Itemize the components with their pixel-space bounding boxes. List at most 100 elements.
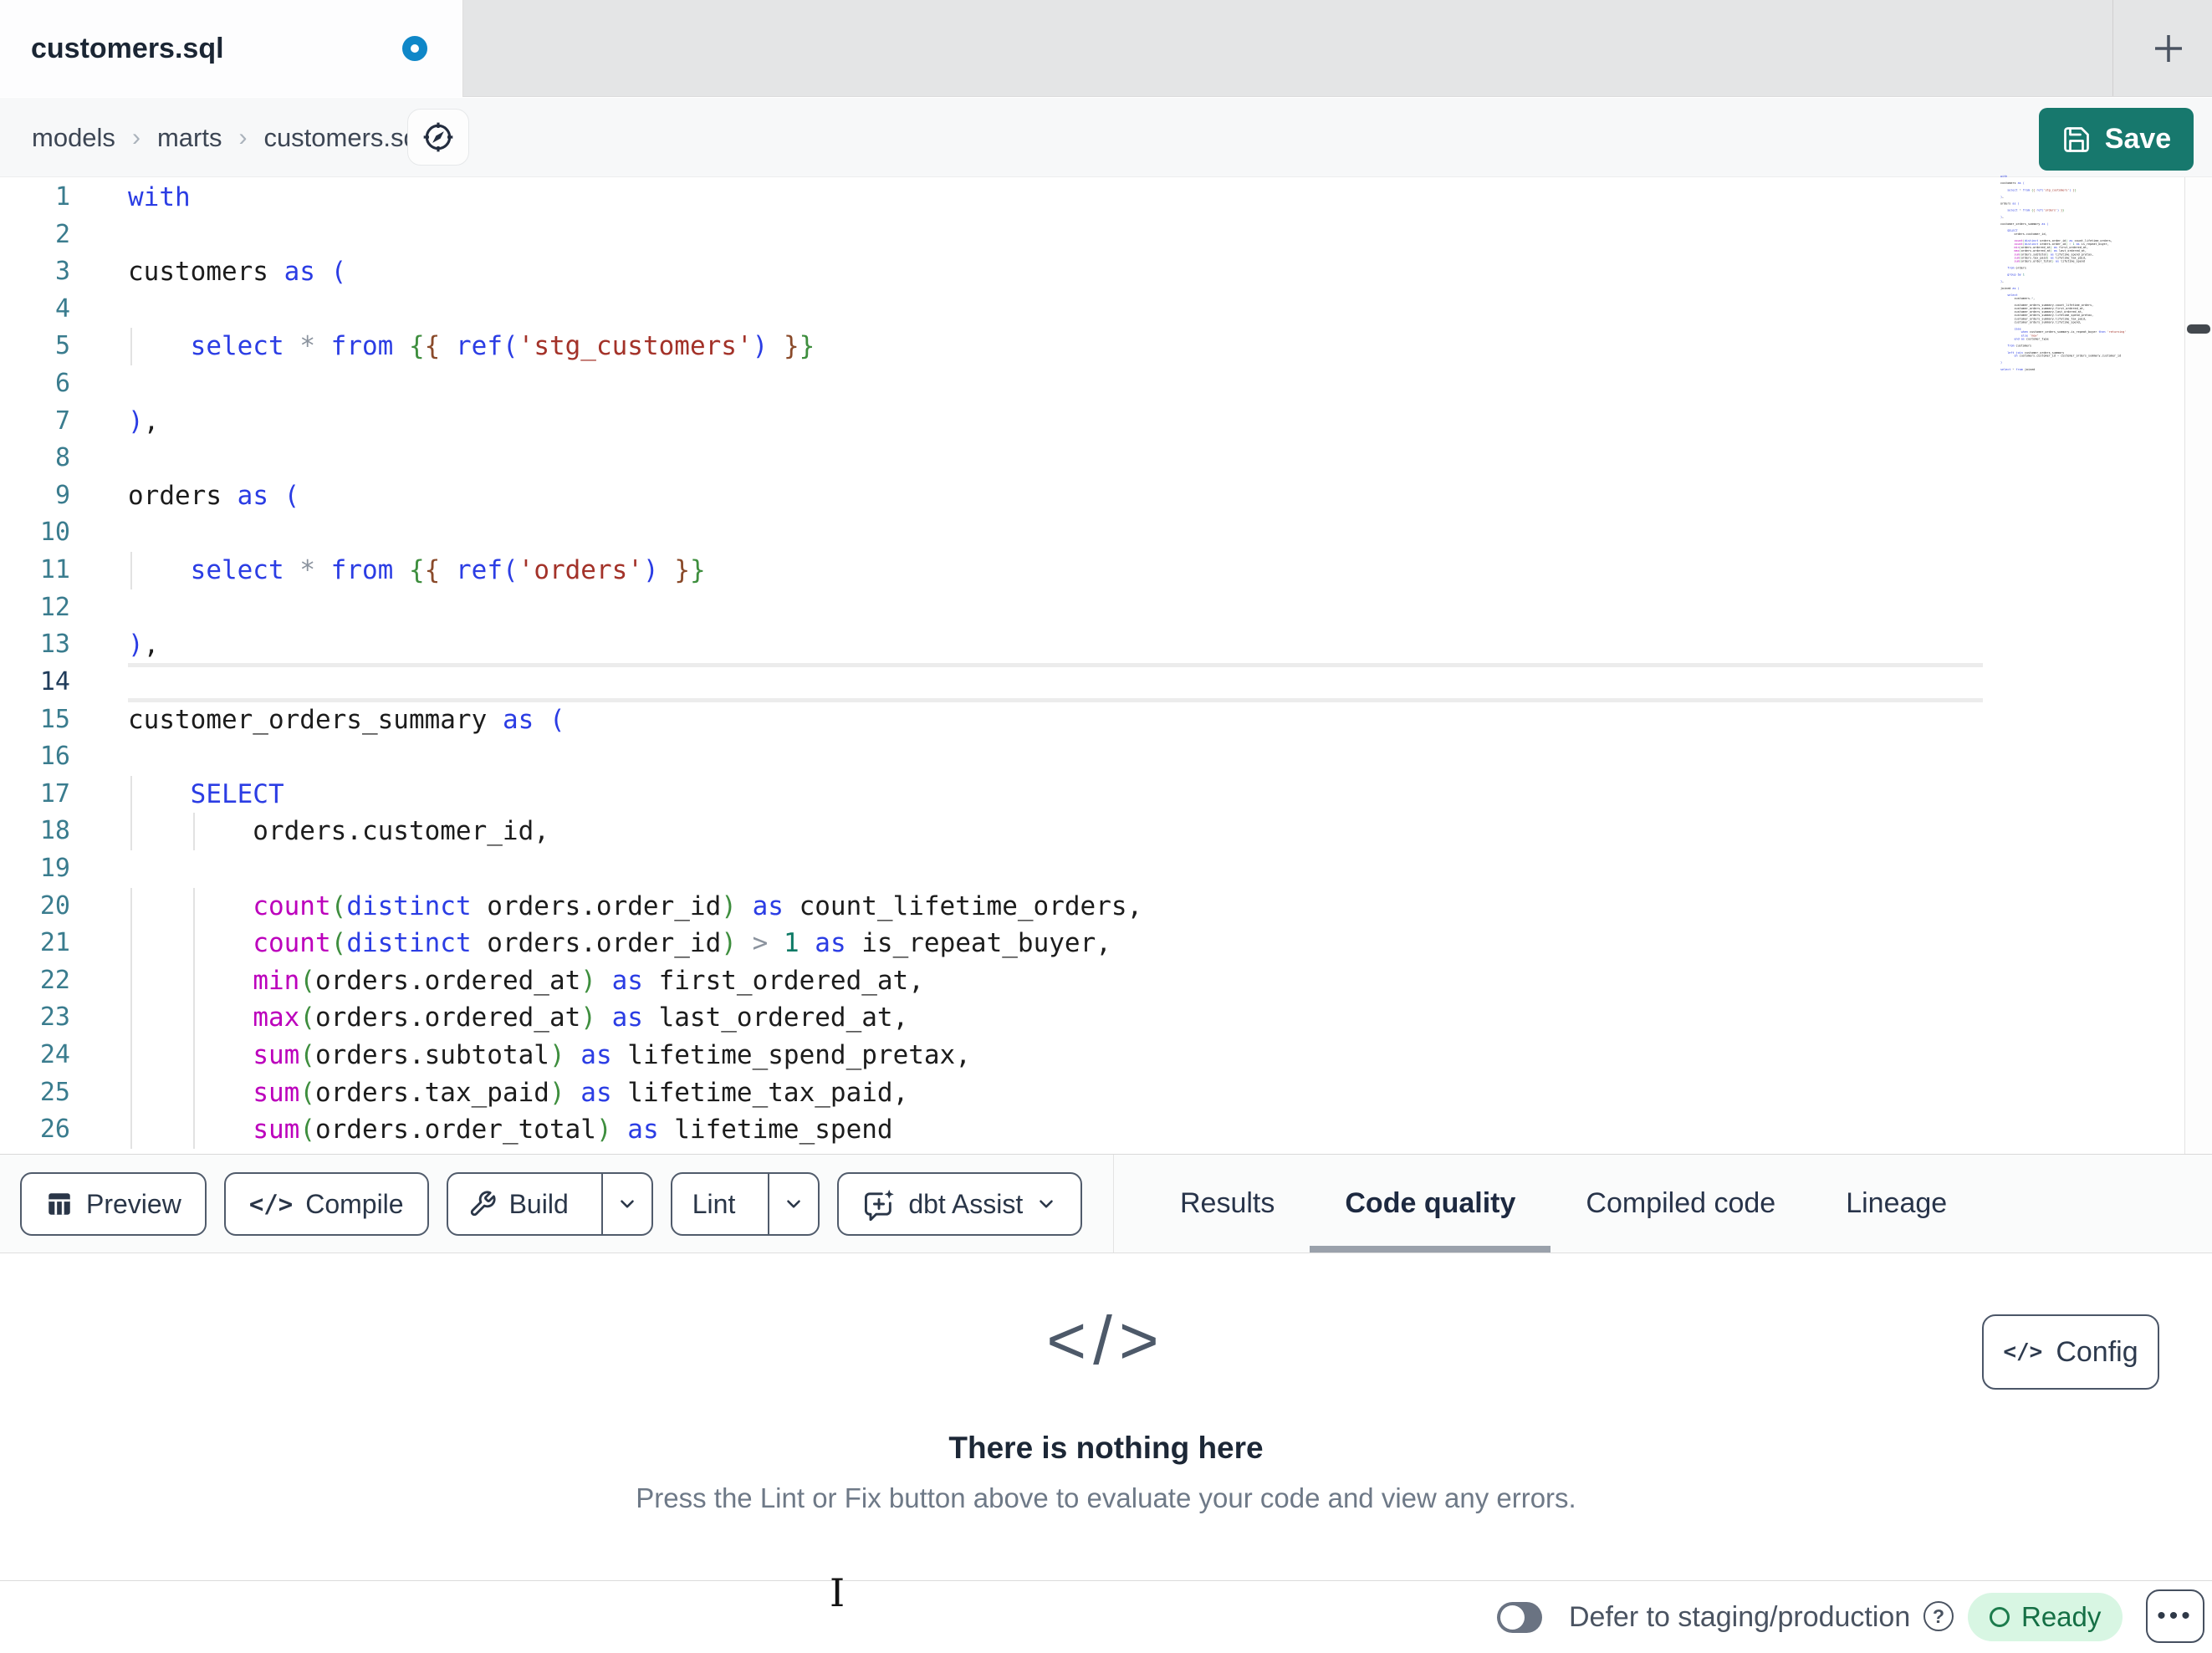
- table-icon: [49, 1193, 70, 1215]
- code-line-21[interactable]: 21 count(distinct orders.order_id) > 1 a…: [0, 925, 2212, 962]
- line-number: 6: [54, 369, 70, 399]
- config-label: Config: [2056, 1335, 2138, 1368]
- code-line-23[interactable]: 23 max(orders.ordered_at) as last_ordere…: [0, 999, 2212, 1038]
- editor-toolbar: Preview </> Compile Build Lint dbt Assis…: [0, 1154, 2212, 1253]
- breadcrumb-marts[interactable]: marts: [157, 123, 222, 153]
- line-number: 17: [39, 778, 70, 809]
- preview-label: Preview: [86, 1188, 181, 1219]
- result-tabs: Results Code quality Compiled code Linea…: [1145, 1155, 1982, 1253]
- tabstrip-divider: [2112, 0, 2113, 96]
- code-line-7[interactable]: 7),: [0, 403, 2212, 441]
- tab-customers-sql[interactable]: customers.sql: [0, 0, 463, 97]
- explore-lineage-button[interactable]: [407, 109, 469, 166]
- breadcrumb: models › marts › customers.sql: [32, 98, 424, 177]
- code-line-24[interactable]: 24 sum(orders.subtotal) as lifetime_spen…: [0, 1037, 2212, 1074]
- line-number: 8: [54, 443, 70, 473]
- code-line-1[interactable]: 1 with: [0, 179, 2212, 217]
- toolbar-buttons: Preview </> Compile Build Lint dbt Assis…: [20, 1172, 1083, 1236]
- code-line-17[interactable]: 17 SELECT: [0, 775, 2212, 814]
- tab-label: customers.sql: [31, 32, 224, 64]
- code-line-12[interactable]: 12: [0, 589, 2212, 627]
- line-number: 26: [39, 1115, 70, 1145]
- lint-button[interactable]: Lint: [670, 1172, 820, 1236]
- editor-scrollbar-thumb[interactable]: [2187, 324, 2210, 334]
- line-number: 21: [39, 928, 70, 958]
- build-main-segment[interactable]: Build: [448, 1174, 589, 1234]
- wrench-icon: [470, 1191, 496, 1217]
- line-number: 14: [39, 666, 70, 696]
- breadcrumb-models[interactable]: models: [32, 123, 115, 153]
- build-button[interactable]: Build: [446, 1172, 653, 1236]
- chevron-down-icon: [1040, 1200, 1054, 1208]
- plus-icon: [2155, 35, 2182, 62]
- new-tab-button[interactable]: [2141, 21, 2196, 76]
- line-number: 22: [39, 965, 70, 995]
- dbt-assist-button[interactable]: dbt Assist: [837, 1172, 1083, 1236]
- line-number: 5: [54, 331, 70, 361]
- code-line-11[interactable]: 11 select * from {{ ref('orders') }}: [0, 552, 2212, 589]
- code-line-15[interactable]: 15 customer_orders_summary as (: [0, 702, 2212, 739]
- code-line-9[interactable]: 9 orders as (: [0, 477, 2212, 515]
- code-line-6[interactable]: 6: [0, 365, 2212, 403]
- help-icon[interactable]: ?: [1923, 1601, 1954, 1631]
- tab-code-quality[interactable]: Code quality: [1310, 1155, 1551, 1253]
- line-number: 1: [54, 182, 70, 212]
- code-line-25[interactable]: 25 sum(orders.tax_paid) as lifetime_tax_…: [0, 1074, 2212, 1112]
- line-number: 2: [54, 219, 70, 249]
- lint-dropdown[interactable]: [768, 1174, 818, 1234]
- save-button[interactable]: Save: [2039, 108, 2194, 171]
- tab-results[interactable]: Results: [1145, 1155, 1310, 1253]
- code-icon: </>: [248, 1190, 294, 1218]
- dbt-ide-window: customers.sql models › marts › customers…: [0, 0, 2212, 1653]
- code-line-19[interactable]: 19: [0, 850, 2212, 888]
- line-number: 15: [39, 704, 70, 734]
- code-line-2[interactable]: 2: [0, 217, 2212, 254]
- toolbar-divider: [1113, 1155, 1114, 1253]
- status-circle-icon: [1990, 1607, 2010, 1627]
- defer-toggle[interactable]: [1497, 1602, 1542, 1633]
- editor-tab-strip: customers.sql: [0, 0, 2212, 97]
- line-number: 13: [39, 630, 70, 660]
- line-number: 9: [54, 480, 70, 510]
- line-number: 25: [39, 1077, 70, 1107]
- breadcrumb-bar: models › marts › customers.sql Save: [0, 98, 2212, 177]
- tab-lineage[interactable]: Lineage: [1811, 1155, 1982, 1253]
- code-line-3[interactable]: 3 customers as (: [0, 253, 2212, 291]
- build-dropdown[interactable]: [600, 1174, 651, 1234]
- code-lines: 1 with 2 3 customers as (4 5 select * from {{…: [0, 179, 2212, 1149]
- line-number: 19: [39, 853, 70, 883]
- line-number: 7: [54, 406, 70, 436]
- code-line-18[interactable]: 18 orders.customer_id,: [0, 813, 2212, 850]
- lint-main-segment[interactable]: Lint: [672, 1174, 756, 1234]
- line-number: 23: [39, 1003, 70, 1033]
- preview-button[interactable]: Preview: [20, 1172, 207, 1236]
- editor-scrollbar[interactable]: [2184, 177, 2212, 1154]
- ellipsis-icon: •••: [2157, 1602, 2194, 1630]
- code-line-26[interactable]: 26 sum(orders.order_total) as lifetime_s…: [0, 1111, 2212, 1149]
- config-button[interactable]: </> Config: [1982, 1314, 2159, 1390]
- code-brackets-icon: </>: [1046, 1303, 1166, 1379]
- code-line-14[interactable]: 14: [0, 662, 2212, 702]
- code-line-5[interactable]: 5 select * from {{ ref('stg_customers') …: [0, 328, 2212, 366]
- code-line-10[interactable]: 10: [0, 514, 2212, 552]
- code-line-13[interactable]: 13),: [0, 626, 2212, 664]
- line-number: 10: [39, 518, 70, 548]
- toggle-knob: [1500, 1605, 1525, 1630]
- code-line-22[interactable]: 22 min(orders.ordered_at) as first_order…: [0, 962, 2212, 1000]
- code-line-8[interactable]: 8: [0, 440, 2212, 477]
- tab-compiled-code[interactable]: Compiled code: [1550, 1155, 1811, 1253]
- breadcrumb-customers-sql[interactable]: customers.sql: [263, 123, 423, 153]
- minimap[interactable]: with customers as ( select * from {{ ref…: [2000, 175, 2183, 377]
- code-line-20[interactable]: 20 count(distinct orders.order_id) as co…: [0, 887, 2212, 926]
- chevron-down-icon: [620, 1200, 634, 1208]
- empty-state-title: There is nothing here: [948, 1431, 1264, 1465]
- code-editor[interactable]: 1 with 2 3 customers as (4 5 select * from {{…: [0, 177, 2212, 1154]
- save-label: Save: [2104, 123, 2172, 155]
- code-quality-panel: </> </> Config There is nothing here Pre…: [0, 1253, 2212, 1580]
- code-line-16[interactable]: 16: [0, 738, 2212, 776]
- dbt-assist-label: dbt Assist: [908, 1188, 1024, 1219]
- compile-button[interactable]: </> Compile: [223, 1172, 429, 1236]
- overflow-menu-button[interactable]: •••: [2146, 1589, 2204, 1643]
- assist-chat-sparkle-icon: [865, 1189, 895, 1221]
- code-line-4[interactable]: 4: [0, 291, 2212, 329]
